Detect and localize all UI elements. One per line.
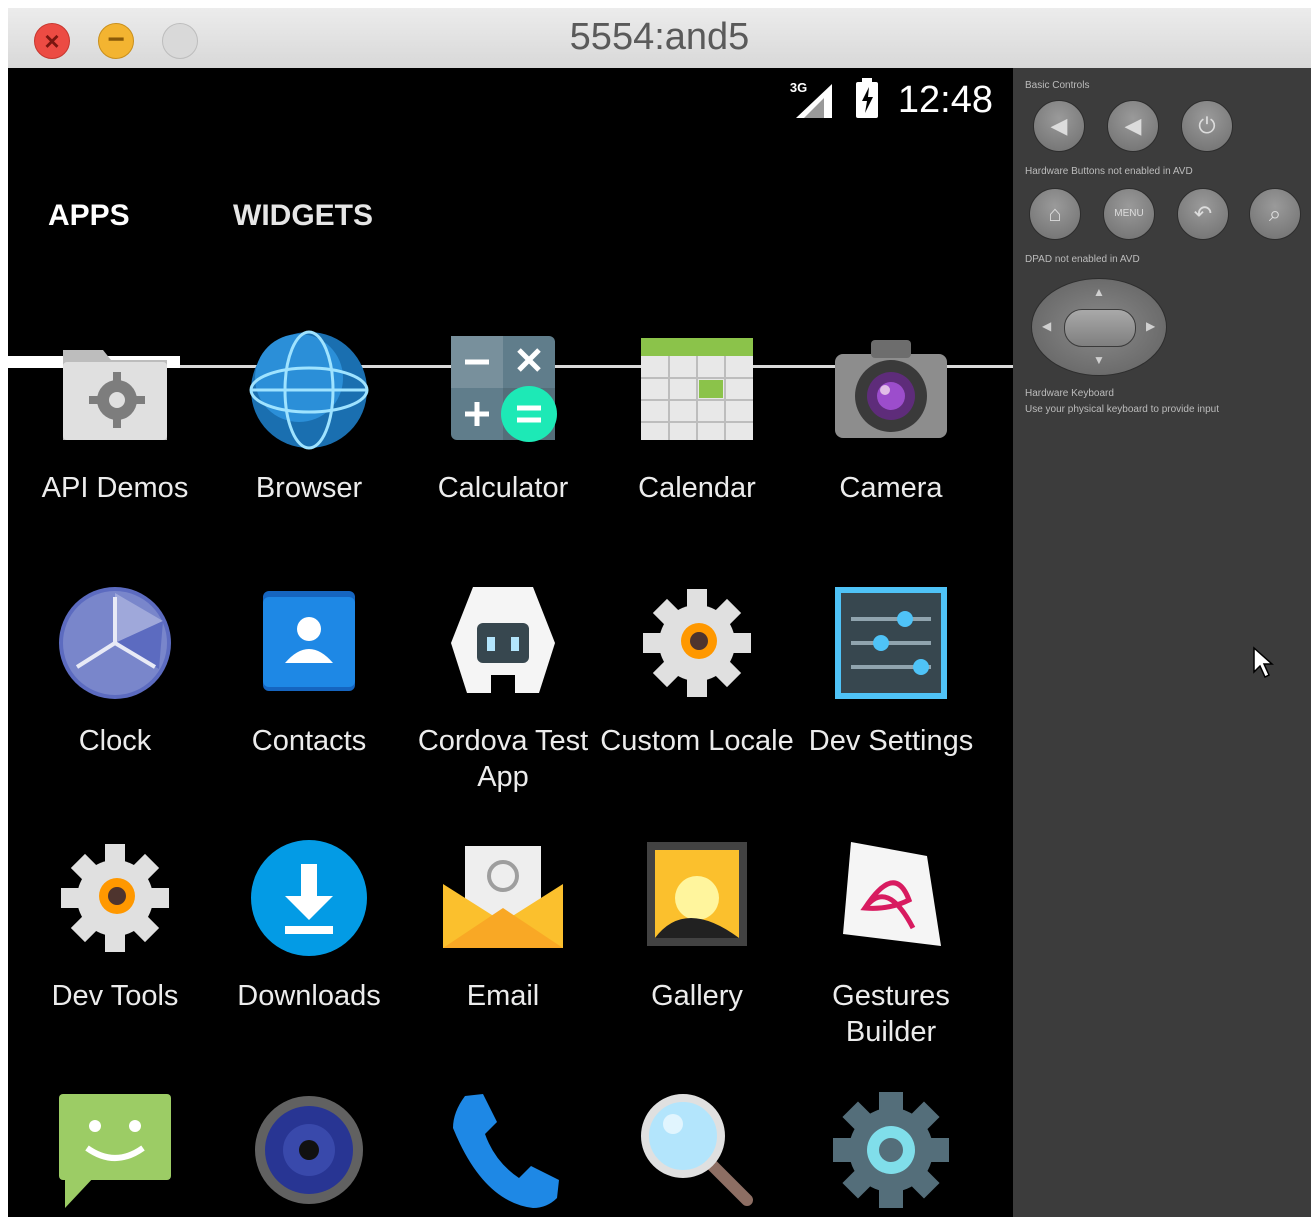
dpad-down-icon[interactable]: ▼ [1093, 353, 1105, 367]
dpad-right-icon[interactable]: ▶ [1146, 319, 1155, 333]
back-button[interactable]: ↶ [1177, 188, 1229, 240]
app-label: Gallery [651, 980, 743, 1012]
volume-up-button[interactable]: ◀ [1107, 100, 1159, 152]
app-label: Gestures Builder [832, 980, 950, 1048]
clock-icon [55, 583, 175, 703]
phone-icon [443, 1090, 563, 1210]
status-bar: 3G 12:48 [790, 77, 993, 123]
menu-button[interactable]: MENU [1103, 188, 1155, 240]
keyboard-hint: Use your physical keyboard to provide in… [1025, 404, 1219, 415]
cordova-icon [443, 583, 563, 703]
network-type: 3G [789, 80, 808, 95]
basic-controls-label: Basic Controls [1025, 80, 1090, 91]
signal-icon: 3G [790, 80, 836, 120]
settings-icon [831, 1090, 951, 1210]
dpad-center-button[interactable] [1064, 309, 1136, 347]
emulator-screen[interactable]: 3G 12:48 APPS WIDGETS API Demos Browser … [8, 68, 1013, 1217]
app-label: Downloads [237, 980, 381, 1012]
app-label: Clock [78, 725, 152, 757]
music-icon [249, 1090, 369, 1210]
back-icon: ↶ [1193, 201, 1213, 226]
camera-icon [831, 330, 951, 450]
download-icon [249, 838, 369, 958]
gear-icon [637, 583, 757, 703]
app-label: Dev Tools [51, 980, 179, 1012]
emulator-controls-panel: Basic Controls ◀ ◀ ⏻ Hardware Buttons no… [1013, 68, 1311, 1217]
home-button[interactable]: ⌂ [1029, 188, 1081, 240]
window-titlebar: × − 5554:and5 [8, 8, 1311, 69]
keyboard-label: Hardware Keyboard [1025, 388, 1114, 399]
app-label: Cordova Test App [417, 725, 589, 793]
app-label: Email [466, 980, 540, 1012]
calendar-icon [637, 330, 757, 450]
dpad: ▲ ▼ ◀ ▶ [1031, 278, 1167, 376]
home-icon: ⌂ [1048, 201, 1062, 226]
calculator-icon [443, 330, 563, 450]
launcher-tabs: APPS WIDGETS [8, 168, 1013, 368]
power-button[interactable]: ⏻ [1181, 100, 1233, 152]
app-label: Dev Settings [808, 725, 974, 757]
folder-gear-icon [55, 330, 175, 450]
app-label: Browser [255, 472, 363, 504]
messaging-icon [55, 1090, 175, 1210]
search-icon: ⌕ [1268, 201, 1282, 226]
app-label: API Demos [41, 472, 189, 504]
menu-icon: MENU [1114, 208, 1144, 219]
sliders-icon [831, 583, 951, 703]
globe-icon [249, 330, 369, 450]
tab-apps[interactable]: APPS [48, 186, 130, 246]
search-icon [637, 1090, 757, 1210]
dpad-left-icon[interactable]: ◀ [1042, 319, 1051, 333]
volume-down-button[interactable]: ◀ [1033, 100, 1085, 152]
volume-down-icon: ◀ [1050, 113, 1068, 138]
app-label: Camera [839, 472, 943, 504]
gestures-icon [831, 838, 951, 958]
mouse-cursor-icon [1253, 646, 1274, 679]
volume-up-icon: ◀ [1124, 113, 1142, 138]
app-label: Custom Locale [600, 725, 794, 757]
email-icon [443, 838, 563, 958]
power-icon: ⏻ [1198, 113, 1216, 138]
window-title: 5554:and5 [569, 16, 750, 58]
tab-widgets[interactable]: WIDGETS [233, 186, 373, 246]
status-time: 12:48 [897, 78, 993, 121]
contacts-icon [249, 583, 369, 703]
app-label: Calculator [437, 472, 569, 504]
search-button[interactable]: ⌕ [1249, 188, 1301, 240]
app-label: Calendar [638, 472, 756, 504]
gallery-icon [637, 838, 757, 958]
gear-icon [55, 838, 175, 958]
dpad-up-icon[interactable]: ▲ [1093, 285, 1105, 299]
battery-icon [854, 77, 880, 123]
app-label: Contacts [251, 725, 367, 757]
hardware-buttons-label: Hardware Buttons not enabled in AVD [1025, 166, 1193, 177]
dpad-label: DPAD not enabled in AVD [1025, 254, 1140, 265]
